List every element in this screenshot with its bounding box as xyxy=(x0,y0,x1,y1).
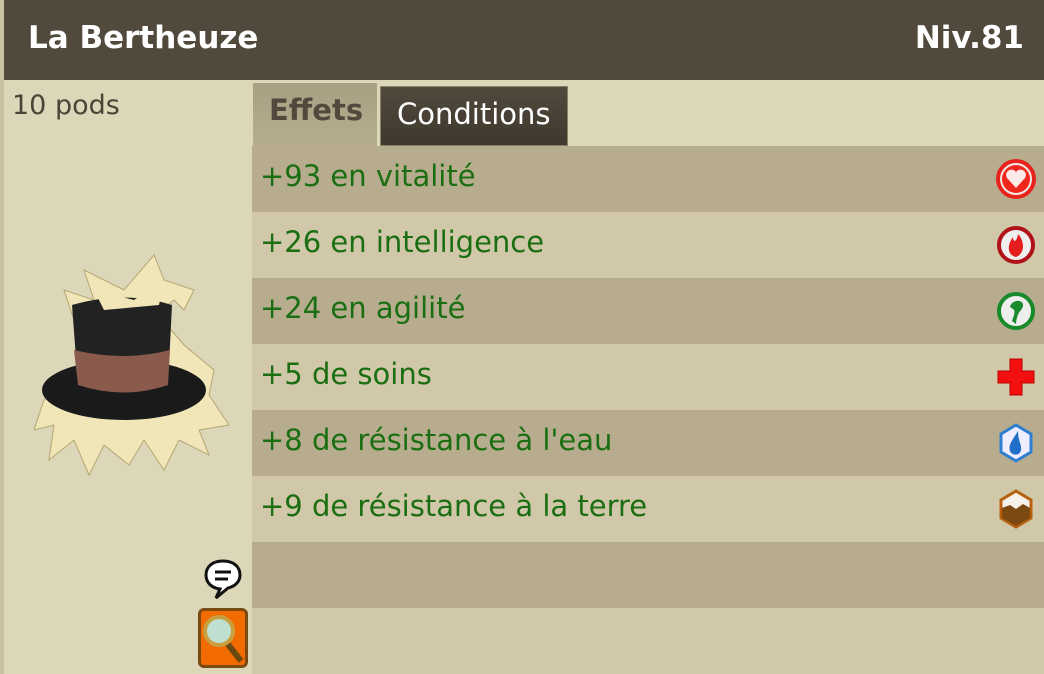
empty-row xyxy=(252,542,1044,608)
item-panel: 10 pods xyxy=(0,80,252,674)
effect-row: +24 en agilité xyxy=(252,278,1044,344)
effect-row: +9 de résistance à la terre xyxy=(252,476,1044,542)
tab-conditions[interactable]: Conditions xyxy=(380,86,568,146)
tab-effets[interactable]: Effets xyxy=(253,83,377,146)
item-header: La Bertheuze Niv.81 xyxy=(0,0,1044,80)
effect-row: +26 en intelligence xyxy=(252,212,1044,278)
water-drop-icon xyxy=(999,423,1033,463)
inspect-button[interactable] xyxy=(198,608,248,668)
effect-row: +93 en vitalité xyxy=(252,146,1044,212)
effect-text: +26 en intelligence xyxy=(260,225,545,259)
effect-text: +93 en vitalité xyxy=(260,159,476,193)
tab-bar: Effets Conditions xyxy=(252,80,1044,146)
fire-icon xyxy=(997,226,1035,264)
effect-text: +5 de soins xyxy=(260,357,432,391)
effect-row: +8 de résistance à l'eau xyxy=(252,410,1044,476)
effects-list: +93 en vitalité +26 en intelligence +24 … xyxy=(252,146,1044,674)
top-hat-image xyxy=(34,254,230,477)
heal-cross-icon xyxy=(997,358,1035,396)
item-level: Niv.81 xyxy=(914,20,1024,56)
effect-text: +24 en agilité xyxy=(260,291,466,325)
magnifier-icon xyxy=(203,615,244,663)
effect-text: +9 de résistance à la terre xyxy=(260,489,648,523)
air-icon xyxy=(997,292,1035,330)
heart-icon xyxy=(996,159,1036,199)
empty-row xyxy=(252,608,1044,674)
effect-text: +8 de résistance à l'eau xyxy=(260,423,613,457)
effect-row: +5 de soins xyxy=(252,344,1044,410)
item-weight: 10 pods xyxy=(12,90,120,121)
chat-bubble-icon[interactable] xyxy=(204,558,242,600)
item-name: La Bertheuze xyxy=(28,20,259,56)
earth-icon xyxy=(999,489,1033,529)
